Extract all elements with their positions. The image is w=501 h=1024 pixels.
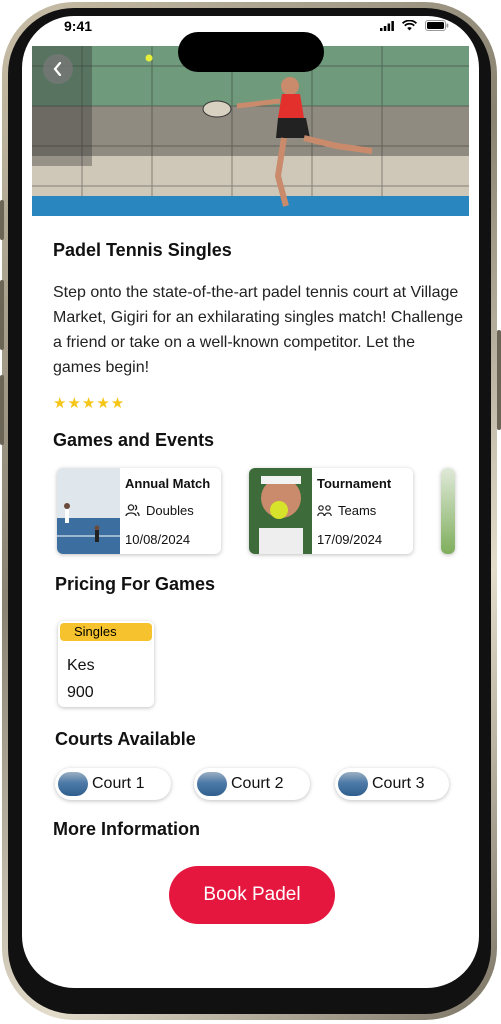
price-card-singles[interactable]: Singles Kes 900 — [58, 621, 154, 707]
phone-side-button — [497, 330, 501, 430]
description-text: Step onto the state-of-the-art padel ten… — [53, 284, 463, 376]
price-amount: 900 — [67, 684, 94, 701]
court-chip-3[interactable]: Court 3 — [335, 768, 449, 800]
signal-icon — [380, 20, 394, 31]
status-time: 9:41 — [64, 18, 93, 34]
more-info-heading: More Information — [53, 819, 200, 839]
courts-heading: Courts Available — [55, 729, 196, 749]
event-type-label: Doubles — [146, 503, 194, 518]
event-name: Tournament — [317, 476, 392, 491]
wifi-icon — [402, 20, 417, 31]
status-icons — [380, 20, 449, 31]
event-type-label: Teams — [338, 503, 377, 518]
event-photo — [441, 468, 455, 554]
event-card-tournament[interactable]: Tournament Teams 17/09/2024 — [249, 468, 413, 554]
phone-side-button — [0, 200, 4, 240]
court-chip-1[interactable]: Court 1 — [55, 768, 171, 800]
court-label: Court 1 — [92, 775, 145, 792]
chevron-left-icon — [53, 62, 62, 76]
battery-icon — [425, 20, 449, 31]
court-thumbnail — [58, 772, 88, 796]
games-heading: Games and Events — [53, 430, 215, 450]
court-label: Court 2 — [231, 775, 284, 792]
event-photo — [249, 468, 312, 554]
event-date: 10/08/2024 — [125, 532, 191, 547]
team-icon — [317, 505, 332, 517]
back-button[interactable] — [43, 54, 73, 84]
dynamic-island — [178, 32, 324, 72]
app-screen: 9:41 Padel Tennis Singles Step onto the … — [22, 16, 479, 988]
event-type: Doubles — [125, 503, 194, 518]
court-thumbnail — [338, 772, 368, 796]
book-padel-button[interactable]: Book Padel — [169, 866, 335, 924]
price-label: Singles — [60, 623, 152, 641]
event-name: Annual Match — [125, 476, 211, 491]
page-title: Padel Tennis Singles — [53, 240, 232, 260]
court-thumbnail — [197, 772, 227, 796]
court-chip-2[interactable]: Court 2 — [194, 768, 310, 800]
event-type: Teams — [317, 503, 376, 518]
court-label: Court 3 — [372, 775, 425, 792]
rating-stars: ★★★★★ — [53, 395, 126, 412]
users-icon — [125, 504, 140, 517]
event-photo — [57, 468, 120, 554]
event-date: 17/09/2024 — [317, 532, 383, 547]
phone-side-button — [0, 280, 4, 350]
price-currency: Kes — [67, 657, 95, 674]
pricing-heading: Pricing For Games — [55, 574, 216, 594]
phone-side-button — [0, 375, 4, 445]
event-card-partial[interactable] — [441, 468, 455, 554]
event-card-annual-match[interactable]: Annual Match Doubles 10/08/2024 — [57, 468, 221, 554]
